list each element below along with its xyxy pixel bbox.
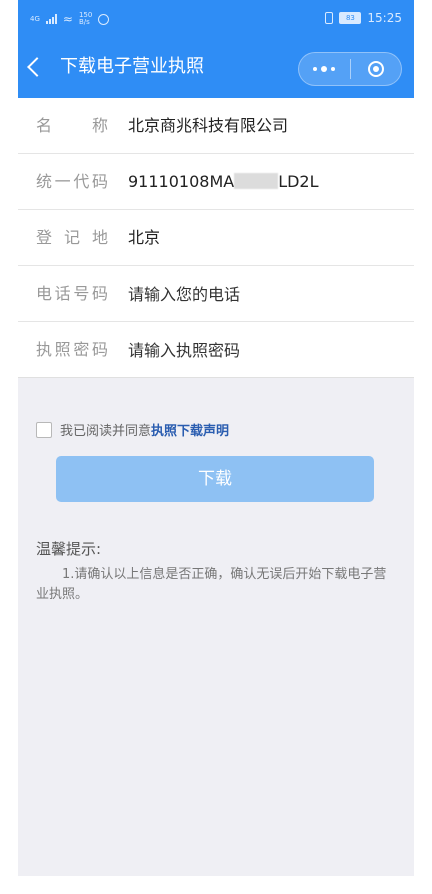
redacted-mask [234,173,279,189]
nav-bar: 下载电子营业执照 [18,40,414,98]
miniprogram-capsule [298,52,402,86]
agree-text: 我已阅读并同意 [60,424,152,439]
net-speed: 150 B/s [79,12,92,26]
signal-icon [45,14,57,24]
name-value: 北京商兆科技有限公司 [128,116,289,135]
form-row-name: 名 称 北京商兆科技有限公司 [18,98,414,154]
form-row-code: 统一代码 91110108MA LD2L [18,154,414,210]
phone-input[interactable] [128,278,388,310]
agreement: 我已阅读并同意 执照下载声明 [36,420,229,439]
form-row-password: 执照密码 [18,322,414,378]
status-time: 15:25 [367,11,402,25]
status-right: 83 15:25 [325,11,402,25]
form-row-region: 登 记 地 北京 [18,210,414,266]
password-input[interactable] [128,334,388,366]
alarm-icon [98,13,110,25]
code-suffix: LD2L [278,172,319,191]
page-title: 下载电子营业执照 [60,56,204,77]
net-speed-unit: B/s [78,18,90,26]
agree-checkbox[interactable] [36,421,52,438]
back-icon[interactable] [27,57,47,77]
phone-screen: 4G ≈ 150 B/s 83 15:25 下载电子营业执照 名 称 北京商兆科… [18,0,414,876]
code-prefix: 91110108MA [128,172,235,191]
tips-title: 温馨提示: [36,540,102,558]
battery-icon: 83 [339,12,362,24]
name-label: 名 称 [36,116,108,135]
tips-text: 1.请确认以上信息是否正确，确认无误后开始下载电子营业执照。 [36,567,387,602]
status-left: 4G ≈ 150 B/s [30,12,110,26]
close-miniprogram-icon[interactable] [351,53,402,85]
region-value: 北京 [128,228,161,247]
code-label: 统一代码 [36,172,108,191]
more-icon[interactable] [299,53,350,85]
region-label: 登 记 地 [36,228,108,247]
form-row-phone: 电话号码 [18,266,414,322]
network-type: 4G [30,15,40,23]
phone-label: 电话号码 [36,284,108,303]
status-bar: 4G ≈ 150 B/s 83 15:25 [18,0,414,40]
license-form: 名 称 北京商兆科技有限公司 统一代码 91110108MA LD2L 登 记 地… [18,98,414,378]
wifi-icon: ≈ [62,12,73,26]
agreement-link[interactable]: 执照下载声明 [151,420,229,439]
vibrate-icon [325,12,334,24]
password-label: 执照密码 [36,340,108,359]
download-button[interactable]: 下载 [56,456,374,502]
code-value: 91110108MA LD2L [128,171,319,193]
